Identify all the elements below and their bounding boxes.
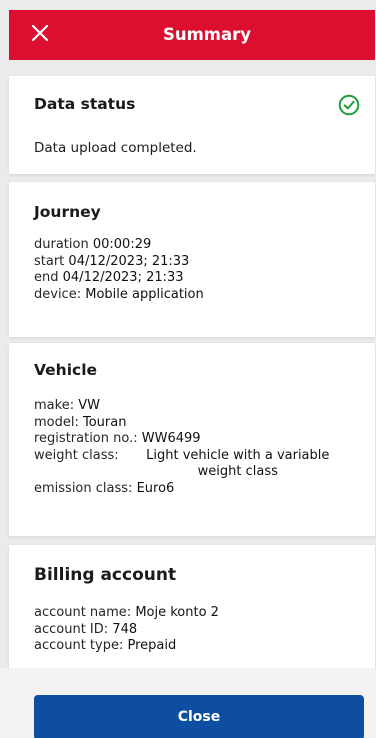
start-label: start — [34, 253, 65, 269]
header-bar: Summary — [9, 10, 375, 60]
account-id-value: 748 — [112, 621, 138, 637]
page-title: Summary — [162, 25, 252, 44]
registration-value: WW6499 — [141, 431, 201, 446]
check-circle-icon — [338, 94, 360, 116]
vehicle-details: make: VW model: Touran registration no.:… — [34, 398, 364, 497]
vehicle-emission-row: emission class: Euro6 — [34, 481, 364, 498]
vehicle-make-row: make: VW — [34, 398, 364, 415]
journey-duration-row: duration 00:00:29 — [34, 237, 204, 254]
vehicle-model-row: model: Touran — [34, 415, 364, 432]
end-value: 04/12/2023; 21:33 — [62, 270, 184, 285]
journey-end-row: end 04/12/2023; 21:33 — [34, 270, 204, 287]
duration-label: duration — [34, 237, 89, 252]
make-label: make: — [34, 398, 75, 413]
vehicle-card: Vehicle make: VW model: Touran registrat… — [9, 343, 375, 536]
vehicle-title: Vehicle — [34, 361, 98, 379]
end-label: end — [34, 270, 59, 285]
device-value: Mobile application — [85, 286, 204, 302]
summary-screen: Summary Data status Data upload complete… — [0, 0, 376, 738]
vehicle-registration-row: registration no.: WW6499 — [34, 431, 364, 448]
journey-start-row: start 04/12/2023; 21:33 — [34, 254, 204, 271]
account-id-label: account ID: — [34, 621, 109, 637]
data-status-message: Data upload completed. — [34, 140, 197, 156]
model-label: model: — [34, 414, 79, 430]
weight-label: weight class: — [34, 447, 119, 463]
account-type-label: account type: — [34, 638, 124, 653]
emission-value: Euro6 — [136, 480, 175, 496]
journey-details: duration 00:00:29 start 04/12/2023; 21:3… — [34, 237, 204, 303]
start-value: 04/12/2023; 21:33 — [68, 253, 190, 269]
duration-value: 00:00:29 — [92, 237, 152, 252]
billing-title: Billing account — [34, 565, 177, 585]
data-status-title: Data status — [34, 95, 136, 113]
billing-name-row: account name: Moje konto 2 — [34, 605, 219, 622]
journey-card: Journey duration 00:00:29 start 04/12/20… — [9, 182, 375, 337]
billing-card: Billing account account name: Moje konto… — [9, 545, 375, 670]
registration-label: registration no.: — [34, 431, 138, 446]
account-type-value: Prepaid — [127, 638, 177, 653]
data-status-card: Data status Data upload completed. — [9, 76, 375, 174]
close-button[interactable]: Close — [34, 695, 364, 738]
device-label: device: — [34, 286, 82, 302]
journey-device-row: device: Mobile application — [34, 287, 204, 304]
billing-type-row: account type: Prepaid — [34, 638, 219, 655]
model-value: Touran — [83, 414, 127, 430]
weight-value: Light vehicle with a variable weight cla… — [146, 447, 330, 480]
billing-id-row: account ID: 748 — [34, 622, 219, 639]
make-value: VW — [78, 398, 100, 413]
account-name-value: Moje konto 2 — [135, 605, 219, 620]
journey-title: Journey — [34, 203, 101, 221]
billing-details: account name: Moje konto 2 account ID: 7… — [34, 605, 219, 655]
account-name-label: account name: — [34, 605, 132, 620]
vehicle-weight-row: weight class: Light vehicle with a varia… — [34, 448, 364, 481]
emission-label: emission class: — [34, 480, 133, 496]
